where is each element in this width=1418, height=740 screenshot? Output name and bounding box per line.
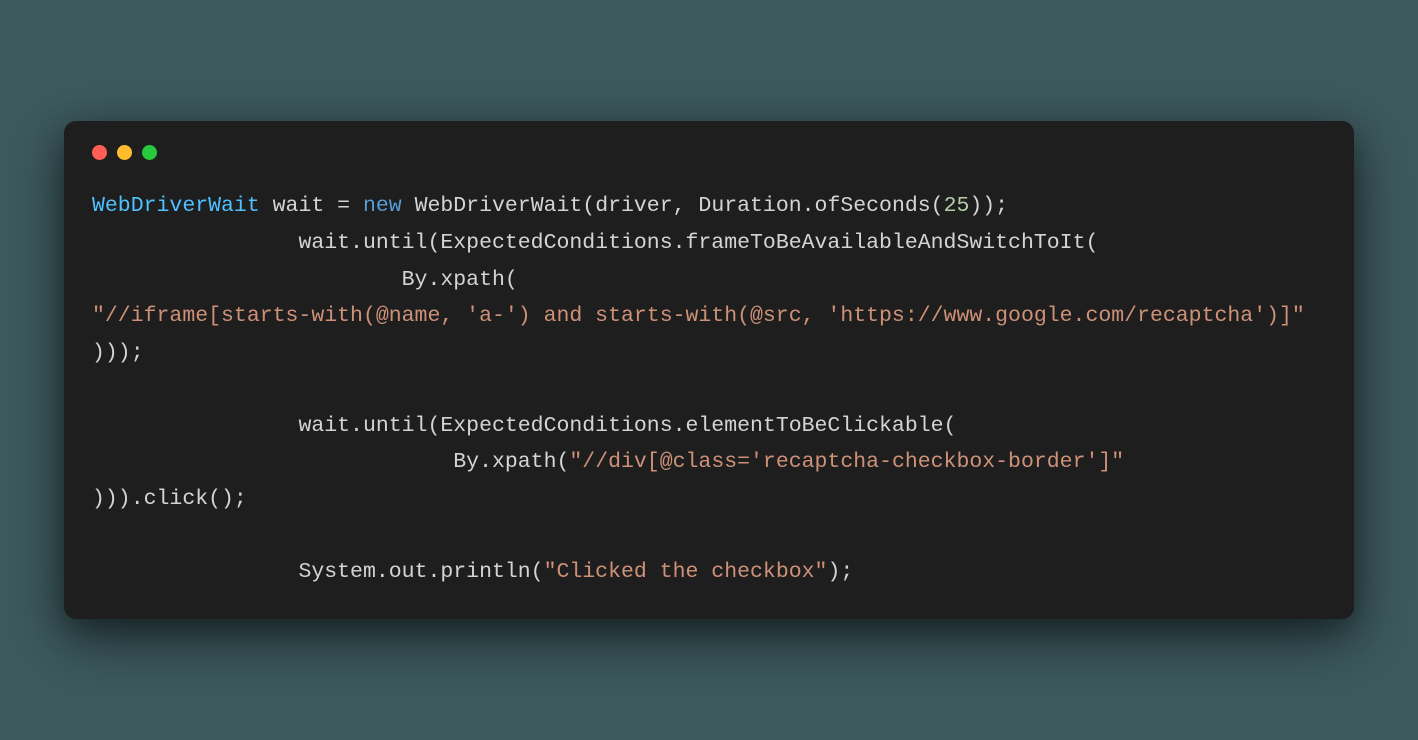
code-token-keyword: new [363,194,402,218]
code-window: WebDriverWait wait = new WebDriverWait(d… [64,121,1354,618]
code-content: WebDriverWait wait = new WebDriverWait(d… [92,188,1326,590]
close-icon[interactable] [92,145,107,160]
code-token: wait = [260,194,363,218]
code-token: )); [969,194,1008,218]
code-token-string: "//div[@class='recaptcha-checkbox-border… [569,450,1124,474]
code-token: ))).click(); [92,487,247,511]
minimize-icon[interactable] [117,145,132,160]
maximize-icon[interactable] [142,145,157,160]
window-controls [92,145,1326,160]
code-token: By.xpath( [92,268,518,292]
code-token: ))); [92,341,144,365]
code-token-string: "Clicked the checkbox" [544,560,828,584]
code-token-type: WebDriverWait [92,194,260,218]
code-token-number: 25 [944,194,970,218]
code-token: System.out.println( [92,560,544,584]
code-token-string: "//iframe[starts-with(@name, 'a-') and s… [92,304,1305,328]
code-token: ); [827,560,853,584]
code-token: WebDriverWait(driver, Duration.ofSeconds… [402,194,944,218]
code-token: wait.until(ExpectedConditions.frameToBeA… [92,231,1098,255]
code-token: By.xpath( [92,450,569,474]
code-token: wait.until(ExpectedConditions.elementToB… [92,414,956,438]
